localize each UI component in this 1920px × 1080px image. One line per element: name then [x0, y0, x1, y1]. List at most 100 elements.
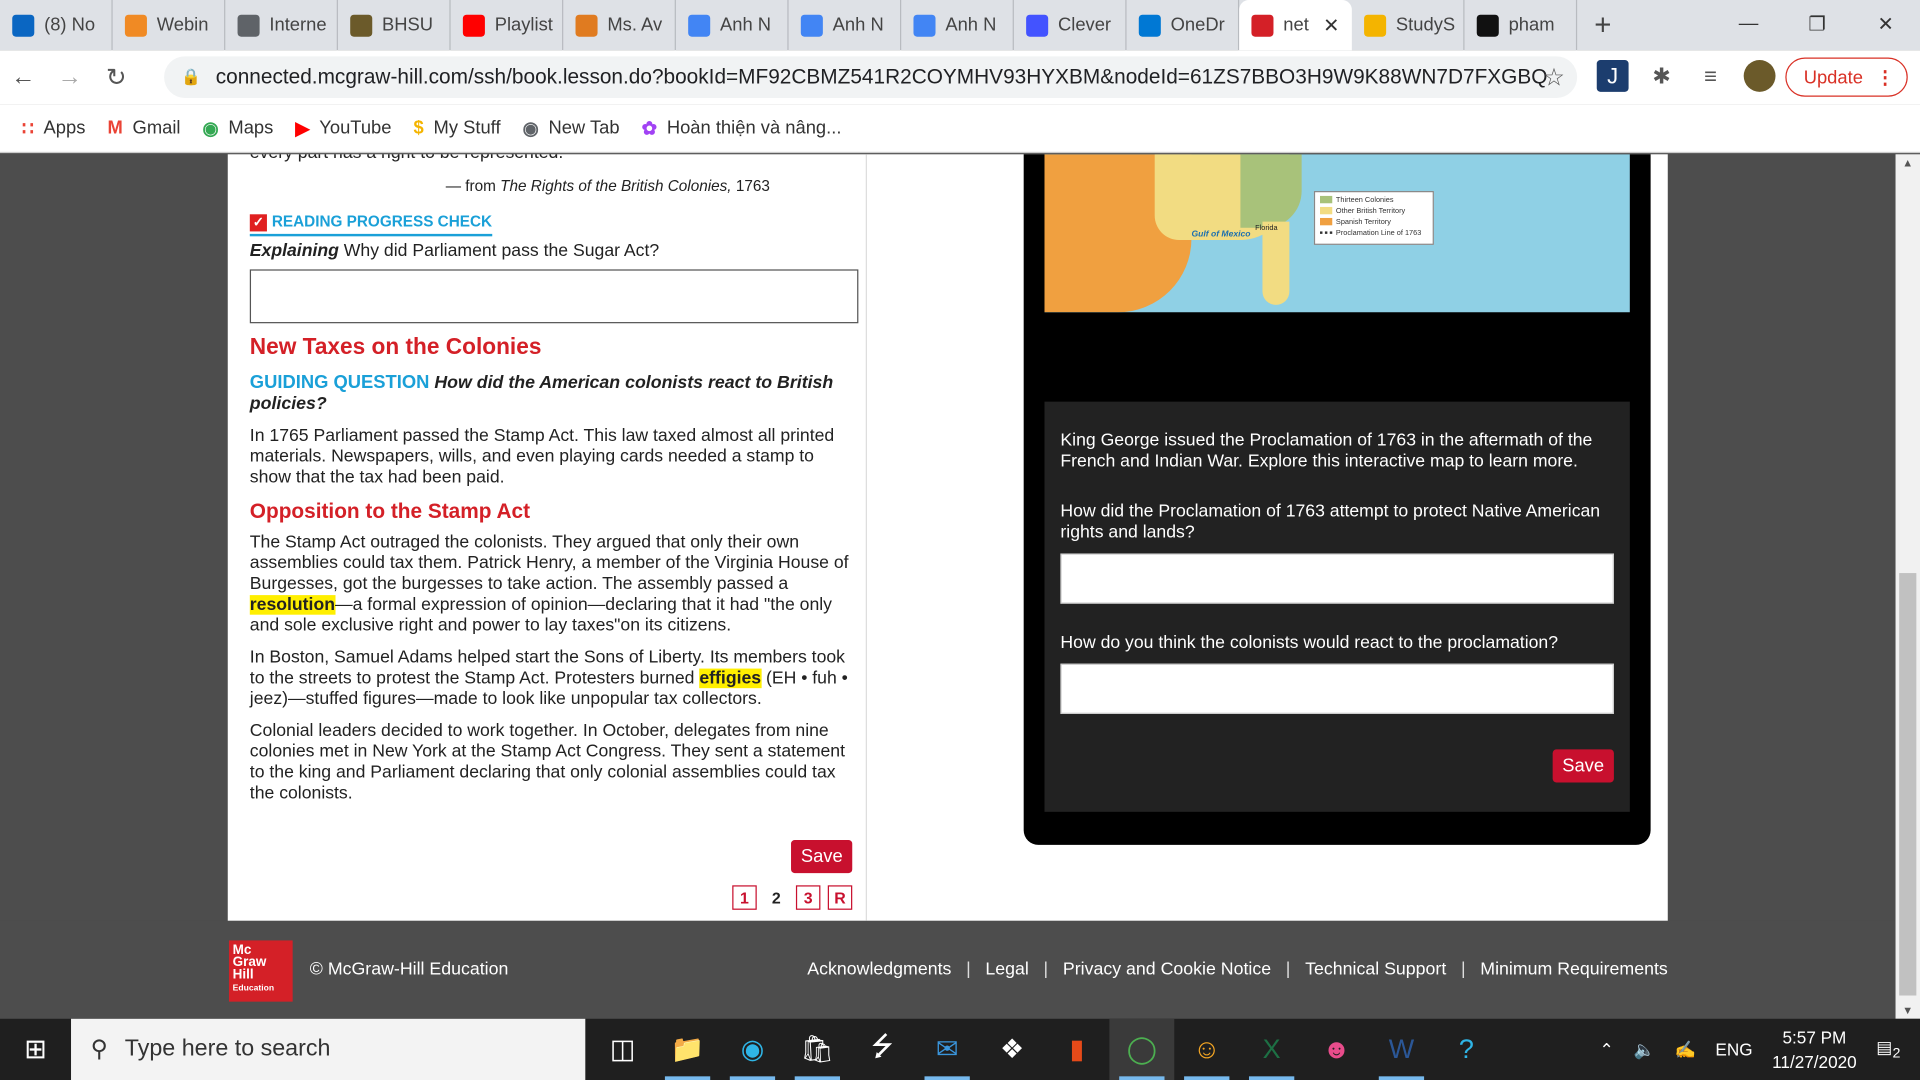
page-link[interactable]: 3	[795, 885, 821, 910]
answer-2-input[interactable]	[1060, 663, 1614, 714]
url-bar[interactable]: 🔒 connected.mcgraw-hill.com/ssh/book.les…	[164, 56, 1578, 98]
file-explorer-icon[interactable]: 📁	[655, 1019, 720, 1080]
footer-link[interactable]: Privacy and Cookie Notice	[1063, 960, 1271, 980]
tab-title: StudyS	[1395, 14, 1456, 36]
proclamation-map[interactable]: Gulf of Mexico Florida Thirteen Colonies…	[1044, 154, 1630, 313]
back-button[interactable]: ←	[0, 63, 47, 91]
app-glasses-icon[interactable]: ☺	[1174, 1019, 1239, 1080]
forward-button[interactable]: →	[47, 63, 94, 91]
volume-icon[interactable]: 🔈	[1634, 1039, 1655, 1060]
media-queue-icon[interactable]: ≡	[1695, 60, 1727, 92]
browser-tab[interactable]: net ✕	[1239, 0, 1352, 51]
map-legend: Thirteen Colonies Other British Territor…	[1313, 191, 1434, 245]
close-window-button[interactable]: ✕	[1851, 0, 1920, 49]
scrollbar[interactable]: ▲ ▼	[1895, 154, 1920, 1019]
people-icon[interactable]: ☻	[1304, 1019, 1369, 1080]
page-link[interactable]: 2	[764, 885, 788, 909]
legend-item: Proclamation Line of 1763	[1335, 230, 1422, 238]
answer-1-input[interactable]	[1060, 553, 1614, 604]
save-button[interactable]: Save	[791, 840, 853, 874]
windows-start-icon[interactable]: ⊞	[0, 1033, 71, 1065]
bookmark-item[interactable]: ✿ Hoàn thiện và nâng...	[642, 117, 842, 139]
footer: Mc Graw Hill Education © McGraw-Hill Educat…	[0, 920, 1896, 1019]
bookmark-item[interactable]: $ My Stuff	[414, 118, 501, 139]
browser-tab[interactable]: Anh N	[901, 0, 1014, 51]
browser-tab[interactable]: StudyS	[1352, 0, 1465, 51]
app-icon[interactable]: ⭍	[850, 1019, 915, 1080]
scroll-up-icon[interactable]: ▲	[1896, 157, 1920, 169]
close-tab-icon[interactable]: ✕	[1323, 13, 1339, 37]
reload-button[interactable]: ↻	[93, 62, 140, 93]
page-link[interactable]: R	[827, 885, 853, 910]
bookmark-item[interactable]: ◉ New Tab	[523, 117, 620, 139]
page-link[interactable]: 1	[732, 885, 757, 910]
browser-tab[interactable]: Anh N	[789, 0, 902, 51]
tab-title: (8) No	[44, 14, 96, 36]
browser-tab[interactable]: BHSU	[338, 0, 451, 51]
edge-icon[interactable]: ◉	[720, 1019, 785, 1080]
language-indicator[interactable]: ENG	[1715, 1040, 1752, 1060]
extension-icon[interactable]: J	[1596, 60, 1629, 92]
browser-tab[interactable]: Interne	[225, 0, 338, 51]
office-icon[interactable]: ▮	[1044, 1019, 1109, 1080]
browser-tab[interactable]: Anh N	[676, 0, 789, 51]
browser-tab[interactable]: pham	[1465, 0, 1578, 51]
tab-favicon-icon	[237, 14, 260, 37]
bookmark-item[interactable]: ▶ YouTube	[295, 117, 391, 139]
excel-icon[interactable]: X	[1239, 1019, 1304, 1080]
activity-save-button[interactable]: Save	[1552, 749, 1614, 783]
puzzle-icon[interactable]: ✱	[1646, 60, 1678, 92]
tab-title: net	[1283, 14, 1309, 36]
browser-tab[interactable]: Clever	[1014, 0, 1127, 51]
notifications-icon[interactable]: ▤2	[1876, 1037, 1900, 1061]
bookmark-label: Apps	[43, 117, 86, 139]
lesson-page: every part has a right to be represented…	[227, 154, 1668, 921]
bookmark-icon: ◉	[202, 118, 219, 139]
footer-link[interactable]: Minimum Requirements	[1480, 960, 1667, 980]
bookmark-label: Hoàn thiện và nâng...	[666, 117, 842, 139]
pen-icon[interactable]: ✍	[1674, 1039, 1695, 1060]
clock[interactable]: 5:57 PM 11/27/2020	[1772, 1025, 1857, 1074]
bookmark-item[interactable]: M Gmail	[107, 118, 180, 139]
browser-tab[interactable]: (8) No	[0, 0, 113, 51]
store-icon[interactable]: 🛍	[785, 1019, 850, 1080]
browser-tab[interactable]: Webin	[113, 0, 226, 51]
browser-tab[interactable]: Playlist	[451, 0, 564, 51]
avatar[interactable]	[1743, 60, 1776, 92]
mail-icon[interactable]: ✉	[915, 1019, 980, 1080]
help-icon[interactable]: ?	[1434, 1019, 1499, 1080]
map-label-florida: Florida	[1255, 225, 1278, 233]
minimize-button[interactable]: —	[1714, 0, 1783, 49]
browser-tab[interactable]: OneDr	[1127, 0, 1240, 51]
tab-favicon-icon	[1364, 14, 1387, 37]
bookmark-item[interactable]: ◉ Maps	[203, 117, 274, 139]
tab-title: Ms. Av	[607, 14, 663, 36]
task-view-icon[interactable]: ◫	[590, 1019, 655, 1080]
footer-link[interactable]: Legal	[985, 960, 1028, 980]
paragraph: Colonial leaders decided to work togethe…	[249, 721, 846, 804]
new-tab-button[interactable]: +	[1594, 8, 1611, 42]
word-icon[interactable]: W	[1369, 1019, 1434, 1080]
bookmark-item[interactable]: ∷ Apps	[22, 117, 85, 139]
sugar-act-answer-input[interactable]	[249, 269, 859, 324]
scrollbar-thumb[interactable]	[1899, 573, 1917, 996]
vocab-term-effigies[interactable]: effigies	[699, 669, 762, 689]
menu-icon[interactable]: ⋮	[1876, 66, 1894, 88]
scroll-down-icon[interactable]: ▼	[1896, 1004, 1920, 1016]
tab-favicon-icon	[1476, 14, 1499, 37]
update-button[interactable]: Update ⋮	[1785, 57, 1908, 97]
vocab-term-resolution[interactable]: resolution	[249, 595, 335, 615]
footer-link[interactable]: Acknowledgments	[807, 960, 951, 980]
interactive-map-panel: Gulf of Mexico Florida Thirteen Colonies…	[1023, 154, 1651, 845]
quote-source: — from The Rights of the British Colonie…	[446, 176, 859, 197]
tab-title: Anh N	[832, 14, 884, 36]
separator: |	[1460, 960, 1466, 980]
taskbar-search[interactable]: ⚲ Type here to search	[71, 1018, 586, 1080]
restore-button[interactable]: ❐	[1783, 0, 1852, 49]
bookmark-star-icon[interactable]: ☆	[1543, 62, 1565, 93]
dropbox-icon[interactable]: ❖	[980, 1019, 1045, 1080]
chevron-up-icon[interactable]: ⌃	[1600, 1039, 1614, 1060]
chrome-icon[interactable]: ◯	[1109, 1018, 1175, 1080]
footer-link[interactable]: Technical Support	[1305, 960, 1446, 980]
browser-tab[interactable]: Ms. Av	[563, 0, 676, 51]
